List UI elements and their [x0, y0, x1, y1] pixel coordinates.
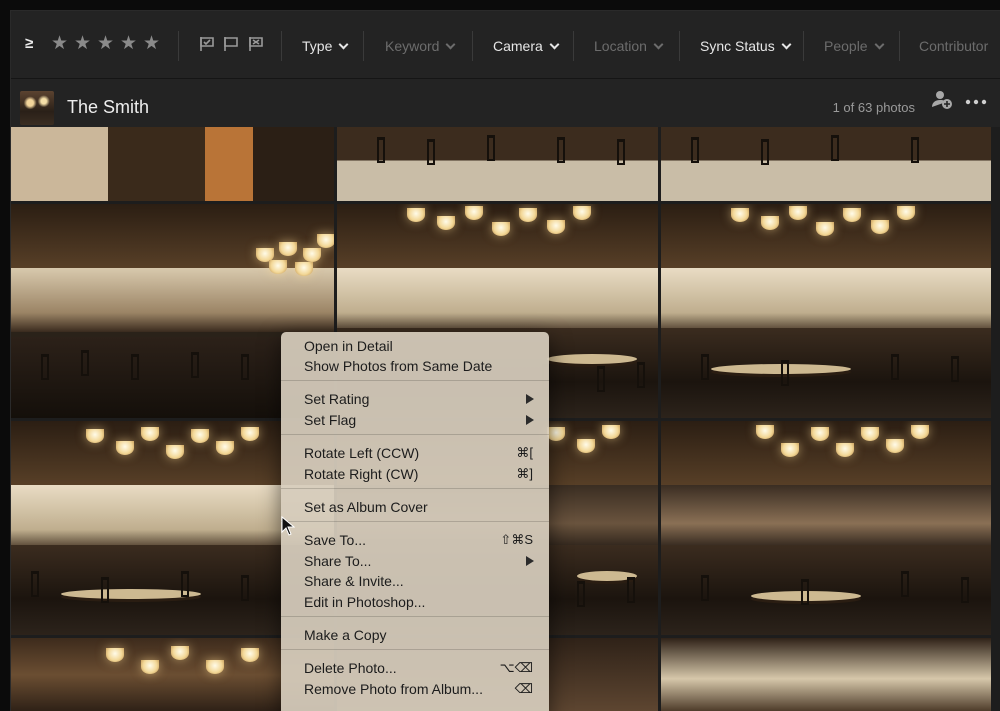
divider	[363, 31, 364, 61]
menu-item-rotate-left[interactable]: Rotate Left (CCW) ⌘[	[281, 443, 549, 463]
menu-item-rotate-right[interactable]: Rotate Right (CW) ⌘]	[281, 464, 549, 484]
photo-count: 1 of 63 photos	[832, 100, 915, 115]
filter-camera[interactable]: Camera	[493, 35, 560, 57]
photo-thumbnail[interactable]	[337, 127, 658, 201]
rating-operator[interactable]: ≥	[25, 34, 39, 54]
menu-item-share-invite[interactable]: Share & Invite...	[281, 571, 549, 591]
menu-separator	[281, 616, 549, 617]
menu-item-open-in-detail[interactable]: Open in Detail	[281, 336, 549, 356]
menu-separator	[281, 380, 549, 381]
menu-separator	[281, 488, 549, 489]
flag-picked-icon[interactable]	[199, 36, 215, 52]
menu-item-make-copy[interactable]: Make a Copy	[281, 625, 549, 645]
mouse-cursor-icon	[281, 516, 295, 536]
filter-location[interactable]: Location	[594, 35, 664, 57]
menu-item-set-rating[interactable]: Set Rating	[281, 389, 549, 409]
menu-item-remove-from-album[interactable]: Remove Photo from Album... ⌫	[281, 679, 549, 699]
menu-item-set-album-cover[interactable]: Set as Album Cover	[281, 497, 549, 517]
photo-thumbnail[interactable]	[661, 127, 991, 201]
filter-keyword[interactable]: Keyword	[385, 35, 456, 57]
divider	[472, 31, 473, 61]
context-menu: Open in Detail Show Photos from Same Dat…	[281, 332, 549, 711]
library-view: ≥ ★ ★ ★ ★ ★ Type Keyword Camera Location…	[10, 10, 1000, 711]
menu-item-edit-in-photoshop[interactable]: Edit in Photoshop...	[281, 592, 549, 612]
photo-thumbnail[interactable]	[661, 421, 991, 635]
filter-bar: ≥ ★ ★ ★ ★ ★ Type Keyword Camera Location…	[11, 11, 1000, 79]
photo-thumbnail[interactable]	[11, 127, 334, 201]
submenu-arrow-icon	[526, 556, 534, 566]
divider	[803, 31, 804, 61]
star-icon-5[interactable]: ★	[143, 34, 163, 54]
album-title[interactable]: The Smith	[67, 97, 149, 118]
filter-contributor[interactable]: Contributor	[919, 35, 988, 57]
menu-item-save-to[interactable]: Save To... ⇧⌘S	[281, 530, 549, 550]
menu-item-set-flag[interactable]: Set Flag	[281, 410, 549, 430]
more-options-icon[interactable]	[965, 99, 987, 105]
submenu-arrow-icon	[526, 394, 534, 404]
flag-unflagged-icon[interactable]	[223, 36, 239, 52]
add-contributor-icon[interactable]	[931, 89, 953, 109]
menu-item-show-same-date[interactable]: Show Photos from Same Date	[281, 356, 549, 376]
star-icon-3[interactable]: ★	[97, 34, 117, 54]
divider	[573, 31, 574, 61]
photo-thumbnail[interactable]	[661, 204, 991, 418]
divider	[281, 31, 282, 61]
app-window: ≥ ★ ★ ★ ★ ★ Type Keyword Camera Location…	[0, 0, 1000, 711]
menu-item-delete-photo[interactable]: Delete Photo... ⌥⌫	[281, 658, 549, 678]
divider	[178, 31, 179, 61]
filter-people[interactable]: People	[824, 35, 885, 57]
star-icon-1[interactable]: ★	[51, 34, 71, 54]
divider	[899, 31, 900, 61]
flag-rejected-icon[interactable]	[248, 36, 264, 52]
star-icon-4[interactable]: ★	[120, 34, 140, 54]
menu-item-share-to[interactable]: Share To...	[281, 551, 549, 571]
divider	[679, 31, 680, 61]
album-header: The Smith 1 of 63 photos	[11, 79, 1000, 127]
photo-thumbnail[interactable]	[661, 638, 991, 711]
filter-type[interactable]: Type	[302, 35, 349, 57]
filter-sync-status[interactable]: Sync Status	[700, 35, 792, 57]
menu-separator	[281, 521, 549, 522]
star-icon-2[interactable]: ★	[74, 34, 94, 54]
submenu-arrow-icon	[526, 415, 534, 425]
menu-separator	[281, 434, 549, 435]
menu-separator	[281, 649, 549, 650]
album-cover-thumbnail	[20, 91, 54, 125]
